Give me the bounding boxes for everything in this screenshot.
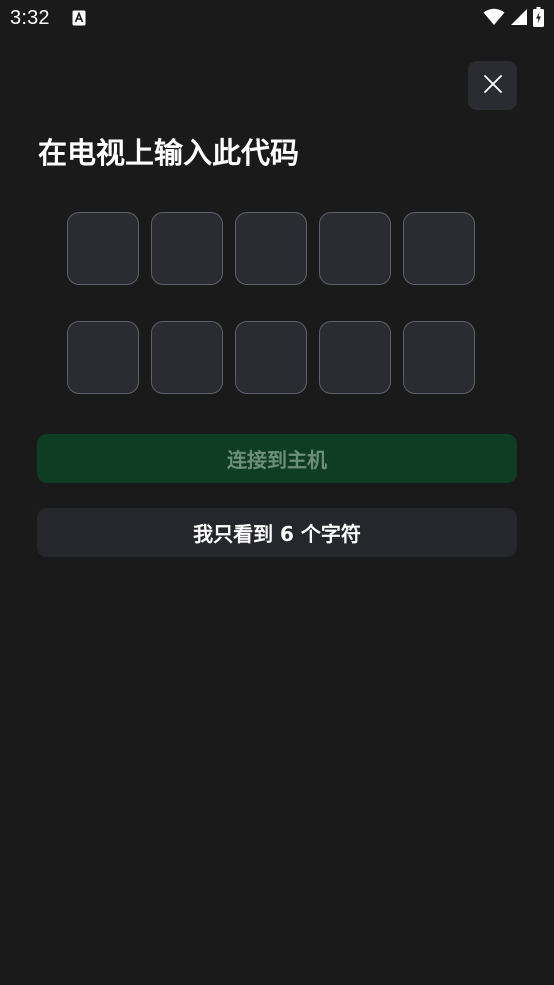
notification-a-icon (72, 10, 86, 26)
signal-icon (510, 8, 528, 30)
code-box-9[interactable] (319, 321, 391, 394)
page-title: 在电视上输入此代码 (38, 136, 300, 170)
code-box-4[interactable] (319, 212, 391, 285)
code-box-8[interactable] (235, 321, 307, 394)
status-bar: 3:32 (0, 0, 554, 38)
code-box-5[interactable] (403, 212, 475, 285)
connect-button[interactable]: 连接到主机 (37, 434, 517, 483)
code-box-7[interactable] (151, 321, 223, 394)
code-box-10[interactable] (403, 321, 475, 394)
six-characters-button[interactable]: 我只看到 6 个字符 (37, 508, 517, 557)
code-row-1 (67, 212, 475, 285)
wifi-icon (483, 8, 505, 30)
code-box-1[interactable] (67, 212, 139, 285)
code-box-2[interactable] (151, 212, 223, 285)
close-button[interactable] (468, 61, 517, 110)
battery-charging-icon (533, 7, 544, 31)
close-icon (483, 74, 502, 97)
code-box-6[interactable] (67, 321, 139, 394)
status-time: 3:32 (10, 7, 50, 29)
code-box-3[interactable] (235, 212, 307, 285)
code-row-2 (67, 321, 475, 394)
status-icons (483, 7, 544, 31)
